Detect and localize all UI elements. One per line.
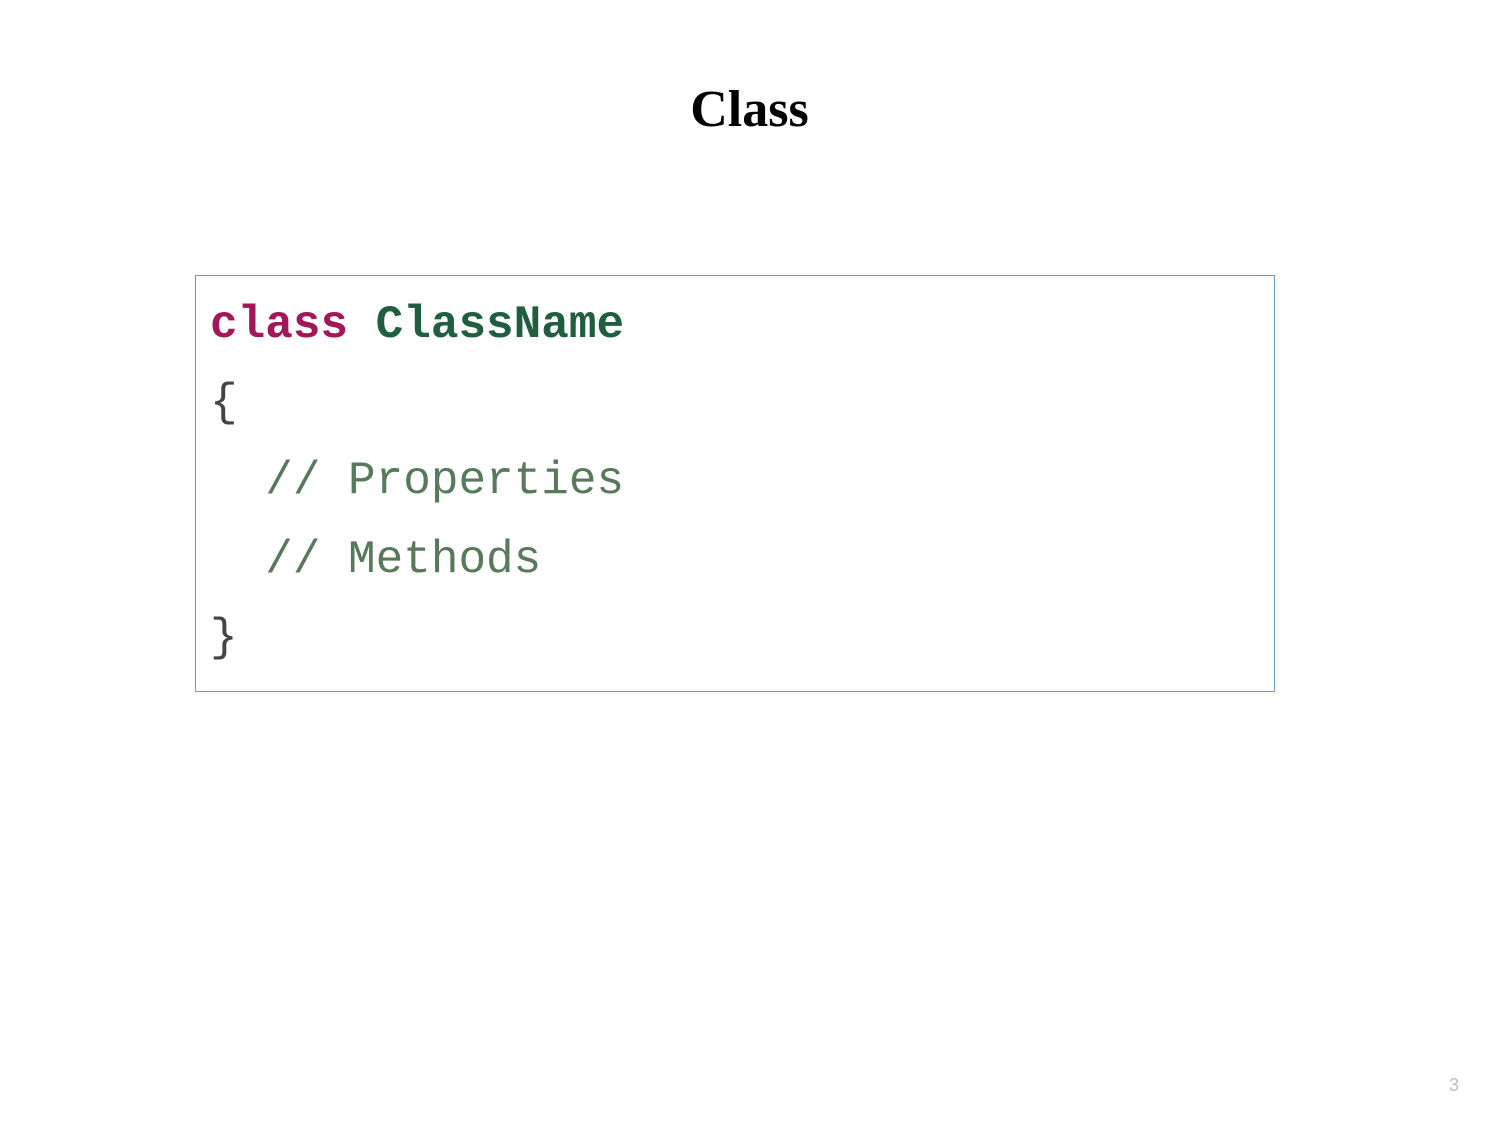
space	[348, 299, 376, 351]
slide-title: Class	[0, 0, 1499, 139]
code-line-comment-methods: // Methods	[210, 521, 1260, 599]
page-number: 3	[1449, 1075, 1459, 1096]
keyword-class: class	[210, 299, 348, 351]
code-line-close-brace: }	[210, 599, 1260, 677]
code-line-open-brace: {	[210, 364, 1260, 442]
class-name: ClassName	[376, 299, 624, 351]
code-block: class ClassName { // Properties // Metho…	[195, 275, 1275, 692]
code-line-declaration: class ClassName	[210, 286, 1260, 364]
code-line-comment-properties: // Properties	[210, 442, 1260, 520]
